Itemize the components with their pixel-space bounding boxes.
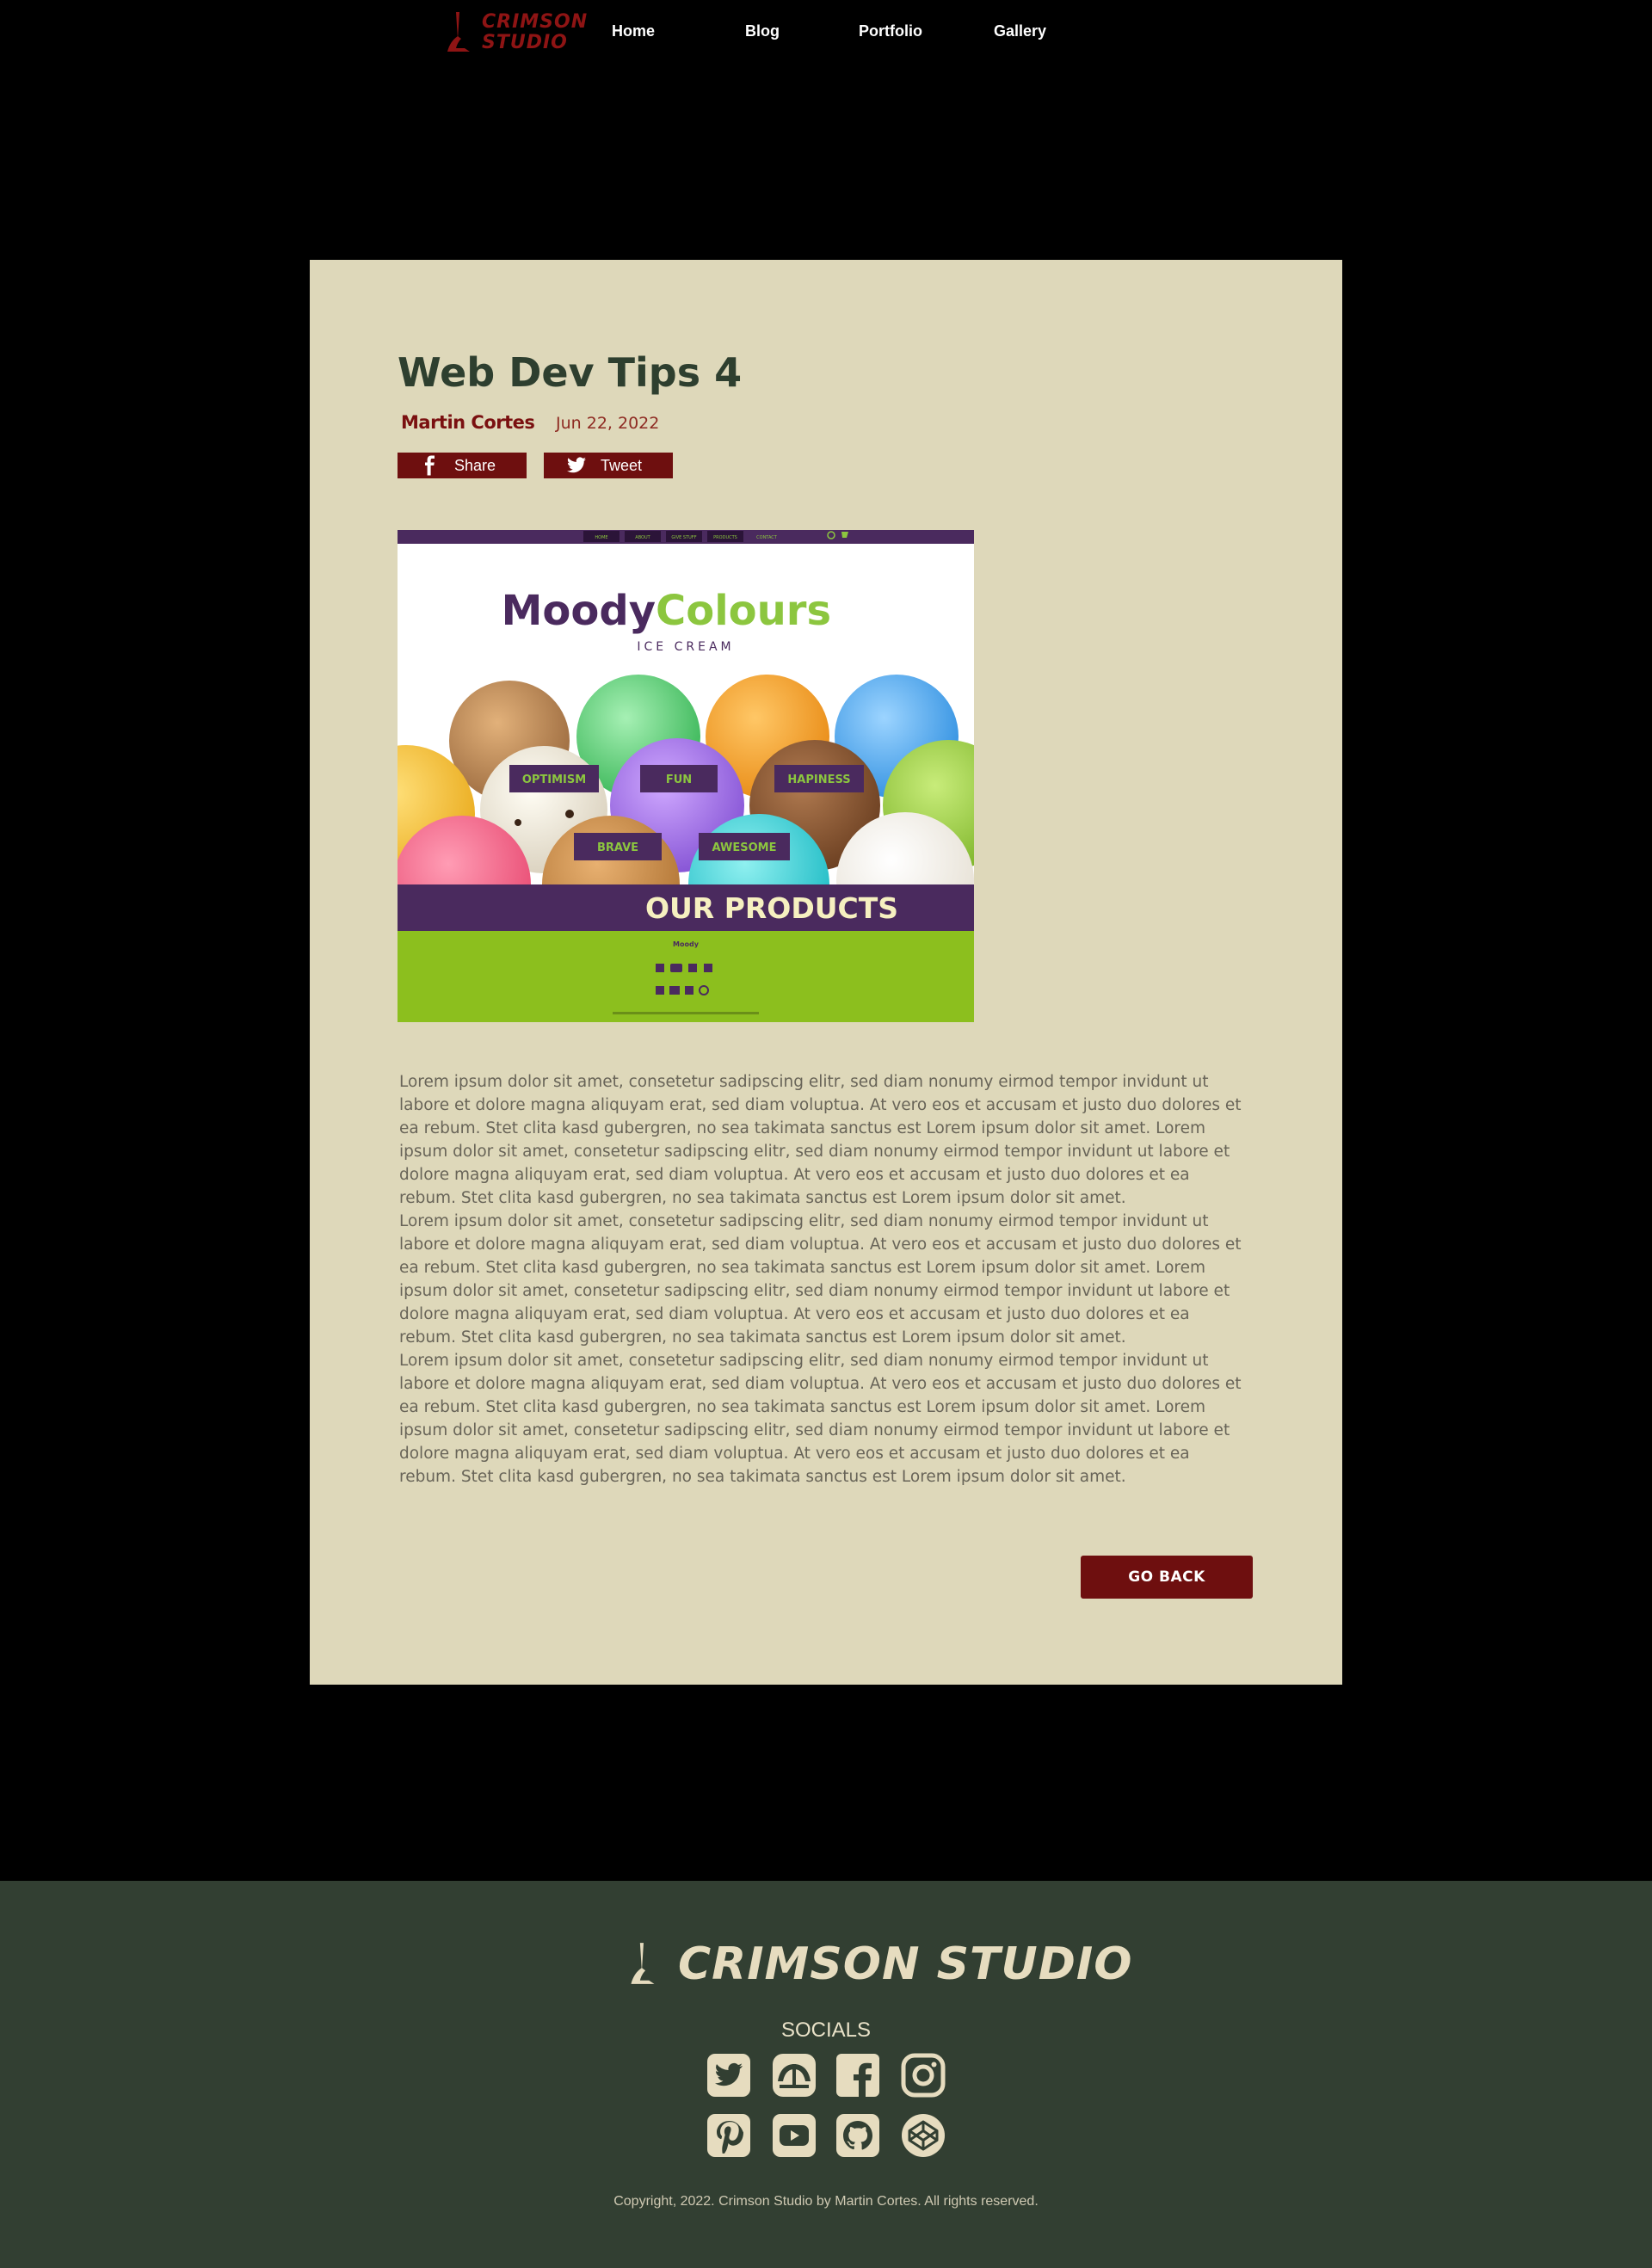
mini-tiktok-icon (685, 986, 693, 995)
post-body: Lorem ipsum dolor sit amet, consetetur s… (399, 1070, 1251, 1488)
tag-fun: FUN (666, 773, 692, 786)
our-products-banner: OUR PRODUCTS (645, 891, 898, 925)
site-footer: CRIMSON STUDIO SOCIALS (0, 1881, 1652, 2268)
mini-twitter-icon (704, 964, 712, 972)
pen-nib-icon (447, 12, 470, 52)
socials-heading: SOCIALS (780, 2018, 872, 2042)
footer-logo: CRIMSON STUDIO (626, 1934, 1131, 1994)
share-label: Share (454, 457, 496, 474)
tabletop-icon[interactable] (771, 2052, 817, 2099)
mini-nav-products: PRODUCTS (713, 535, 737, 540)
post-author[interactable]: Martin Cortes (401, 412, 535, 433)
copyright-text: Copyright, 2022. Crimson Studio by Marti… (613, 2194, 1039, 2209)
moody-colours-screenshot: HOME ABOUT GIVE STUFF PRODUCTS CONTACT M… (398, 530, 974, 1022)
pinterest-icon[interactable] (706, 2112, 752, 2159)
codepen-icon[interactable] (900, 2112, 946, 2159)
nav-item-blog[interactable]: Blog (745, 22, 780, 40)
mini-x-icon (688, 964, 697, 972)
mini-nav-give: GIVE STUFF (671, 535, 696, 540)
post-title: Web Dev Tips 4 (398, 349, 743, 396)
brand-wordmark: CRIMSON STUDIO (482, 12, 588, 53)
tag-brave: BRAVE (597, 841, 638, 854)
mini-nav-about: ABOUT (635, 535, 650, 540)
tweet-label: Tweet (601, 457, 643, 474)
moody-logo-part1: Moody (502, 587, 656, 635)
mini-nav-home: HOME (595, 535, 607, 540)
facebook-share-button[interactable]: Share (398, 453, 527, 478)
top-navigation-bar: CRIMSON STUDIO Home Blog Portfolio Galle… (0, 0, 1652, 69)
tag-hapiness: HAPINESS (787, 773, 850, 786)
tag-optimism: OPTIMISM (522, 773, 586, 786)
footer-brand-text: CRIMSON STUDIO (678, 1938, 1133, 1990)
brand-line-1: CRIMSON (482, 11, 589, 33)
post-date: Jun 22, 2022 (556, 414, 660, 433)
twitter-icon[interactable] (706, 2052, 752, 2099)
moody-logo-part2: Colours (656, 587, 831, 635)
github-icon[interactable] (835, 2112, 881, 2159)
brand-line-2: STUDIO (482, 32, 568, 53)
nav-item-portfolio[interactable]: Portfolio (859, 22, 922, 40)
post-paragraph: Lorem ipsum dolor sit amet, consetetur s… (399, 1352, 1242, 1486)
brand-logo-link[interactable]: CRIMSON STUDIO (444, 9, 587, 57)
mini-footer-logo: Moody (673, 940, 700, 948)
tag-awesome: AWESOME (712, 841, 777, 854)
post-paragraph: Lorem ipsum dolor sit amet, consetetur s… (399, 1212, 1242, 1347)
instagram-icon[interactable] (900, 2052, 946, 2099)
mini-nav-contact: CONTACT (756, 535, 778, 540)
blog-post-card: Web Dev Tips 4 Martin Cortes Jun 22, 202… (310, 260, 1342, 1685)
twitter-icon (567, 457, 586, 473)
mini-youtube-icon (670, 964, 682, 972)
twitter-tweet-button[interactable]: Tweet (544, 453, 673, 478)
post-paragraph: Lorem ipsum dolor sit amet, consetetur s… (399, 1073, 1242, 1207)
nav-item-gallery[interactable]: Gallery (994, 22, 1046, 40)
mini-facebook-icon (656, 986, 664, 995)
pen-nib-icon (631, 1943, 655, 1984)
youtube-icon[interactable] (771, 2112, 817, 2159)
facebook-icon[interactable] (835, 2052, 881, 2099)
post-featured-image: HOME ABOUT GIVE STUFF PRODUCTS CONTACT M… (398, 530, 974, 1022)
mini-twitch-icon (656, 964, 664, 972)
mini-mail-icon (669, 986, 680, 995)
go-back-button[interactable]: GO BACK (1081, 1556, 1253, 1599)
nav-item-home[interactable]: Home (612, 22, 655, 40)
facebook-icon (425, 455, 435, 476)
moody-logo-subtitle: ICE CREAM (637, 640, 734, 654)
